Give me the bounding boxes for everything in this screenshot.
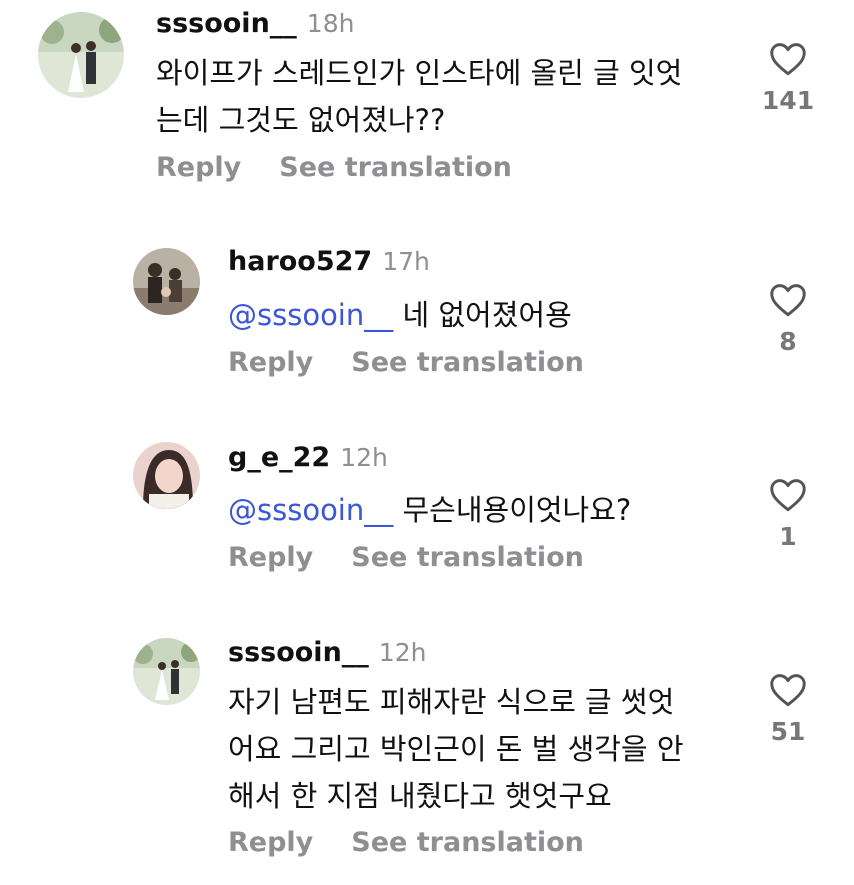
like-control: 141	[758, 42, 818, 115]
family-photo-avatar-icon	[133, 248, 200, 315]
timestamp: 12h	[340, 443, 388, 472]
reply-button[interactable]: Reply	[156, 152, 241, 183]
like-count: 8	[779, 327, 797, 356]
comment-actions: Reply See translation	[228, 542, 584, 573]
comment-header: g_e_22 12h	[228, 442, 388, 473]
reply-button[interactable]: Reply	[228, 827, 313, 858]
like-control: 8	[758, 283, 818, 356]
mention-text: @sssooin__	[228, 493, 394, 527]
username[interactable]: g_e_22	[228, 442, 330, 473]
see-translation-button[interactable]: See translation	[279, 152, 512, 183]
comment-text: @sssooin__ 네 없어졌어용	[228, 292, 748, 339]
comment-text-line: 는데 그것도 없어졌나??	[156, 103, 446, 137]
heart-outline-icon[interactable]	[769, 478, 807, 512]
heart-outline-icon[interactable]	[769, 283, 807, 317]
comment-body: 네 없어졌어용	[402, 298, 572, 332]
like-control: 51	[758, 673, 818, 746]
reply-button[interactable]: Reply	[228, 347, 313, 378]
username[interactable]: sssooin__	[228, 637, 369, 668]
like-control: 1	[758, 478, 818, 551]
wedding-photo-avatar-icon	[38, 12, 124, 98]
like-count: 51	[770, 717, 806, 746]
reply-button[interactable]: Reply	[228, 542, 313, 573]
heart-outline-icon[interactable]	[769, 42, 807, 76]
selfie-avatar-icon	[133, 442, 200, 509]
comment-header: sssooin__ 18h	[156, 8, 354, 39]
comment-header: sssooin__ 12h	[228, 637, 426, 668]
like-count: 1	[779, 522, 797, 551]
timestamp: 12h	[378, 638, 427, 667]
username[interactable]: haroo527	[228, 246, 372, 277]
wedding-photo-avatar-icon	[133, 638, 200, 705]
username[interactable]: sssooin__	[156, 8, 297, 39]
timestamp: 17h	[382, 247, 430, 276]
heart-outline-icon[interactable]	[769, 673, 807, 707]
comment-text-line: 와이프가 스레드인가 인스타에 올린 글 잇엇	[156, 56, 683, 90]
see-translation-button[interactable]: See translation	[351, 542, 584, 573]
like-count: 141	[761, 86, 815, 115]
avatar[interactable]	[38, 12, 124, 98]
comment-text-line: 해서 한 지점 내줬다고 햇엇구요	[228, 779, 612, 813]
comment-body: 무슨내용이엇나요?	[402, 493, 632, 527]
avatar[interactable]	[133, 248, 200, 315]
mention-link[interactable]: @sssooin__	[228, 493, 393, 527]
comment-text: 와이프가 스레드인가 인스타에 올린 글 잇엇 는데 그것도 없어졌나??	[156, 50, 756, 144]
avatar[interactable]	[133, 442, 200, 509]
comment-actions: Reply See translation	[156, 152, 512, 183]
comment-header: haroo527 17h	[228, 246, 430, 277]
comment-text-line: 자기 남편도 피해자란 식으로 글 썻엇	[228, 685, 675, 719]
timestamp: 18h	[306, 9, 355, 38]
comment-actions: Reply See translation	[228, 827, 584, 858]
comment-actions: Reply See translation	[228, 347, 584, 378]
see-translation-button[interactable]: See translation	[351, 827, 584, 858]
mention-text: @sssooin__	[228, 298, 394, 332]
see-translation-button[interactable]: See translation	[351, 347, 584, 378]
comment-text: @sssooin__ 무슨내용이엇나요?	[228, 487, 748, 534]
comment-text: 자기 남편도 피해자란 식으로 글 썻엇 어요 그리고 박인근이 돈 벌 생각을…	[228, 679, 748, 820]
mention-link[interactable]: @sssooin__	[228, 298, 393, 332]
avatar[interactable]	[133, 638, 200, 705]
comment-text-line: 어요 그리고 박인근이 돈 벌 생각을 안	[228, 732, 684, 766]
